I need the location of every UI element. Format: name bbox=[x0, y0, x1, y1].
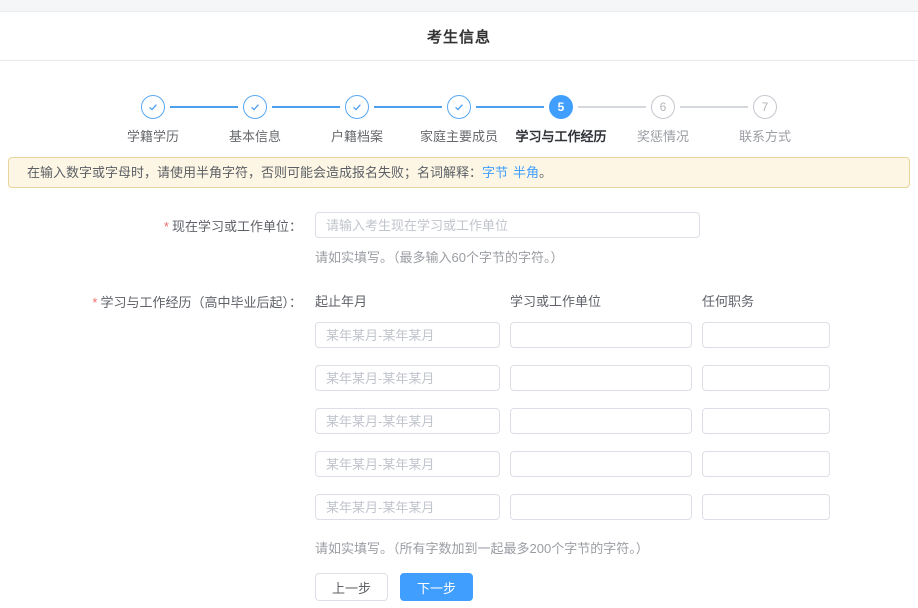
experience-column-headers: 起止年月 学习或工作单位 任何职务 bbox=[315, 291, 830, 310]
experience-help: 请如实填写。（所有字数加到一起最多200个字节的字符。） bbox=[315, 538, 830, 557]
notice-text-end: 。 bbox=[539, 165, 552, 180]
step-current-circle: 5 bbox=[549, 95, 573, 119]
column-header-unit: 学习或工作单位 bbox=[510, 291, 692, 310]
experience-4-unit-input[interactable] bbox=[510, 451, 692, 477]
step-done-circle bbox=[141, 95, 165, 119]
check-icon bbox=[351, 101, 363, 113]
experience-3-unit-input[interactable] bbox=[510, 408, 692, 434]
previous-step-button[interactable]: 上一步 bbox=[315, 573, 388, 601]
step-wait-circle: 7 bbox=[753, 95, 777, 119]
experience-5-unit-input[interactable] bbox=[510, 494, 692, 520]
experience-1-unit-input[interactable] bbox=[510, 322, 692, 348]
column-header-dates: 起止年月 bbox=[315, 291, 500, 310]
halfwidth-notice-banner: 在输入数字或字母时，请使用半角字符，否则可能会造成报名失败；名词解释：字节半角。 bbox=[8, 157, 910, 188]
step-label: 学籍学历 bbox=[127, 126, 179, 145]
step-done-circle bbox=[447, 95, 471, 119]
step-label: 联系方式 bbox=[739, 126, 791, 145]
step-jiben-xinxi: 基本信息 bbox=[204, 95, 306, 145]
experience-5-dates-input[interactable] bbox=[315, 494, 500, 520]
next-step-button[interactable]: 下一步 bbox=[400, 573, 473, 601]
step-label: 学习与工作经历 bbox=[515, 126, 606, 145]
experience-2-dates-input[interactable] bbox=[315, 365, 500, 391]
step-huji-dangan: 户籍档案 bbox=[306, 95, 408, 145]
experience-row-2 bbox=[315, 365, 830, 391]
step-lianxi-fangshi: 7 联系方式 bbox=[714, 95, 816, 145]
current-unit-input[interactable] bbox=[315, 212, 700, 238]
experience-label-text: 学习与工作经历（高中毕业后起）： bbox=[100, 295, 302, 310]
experience-row-4 bbox=[315, 451, 830, 477]
form-actions: 上一步 下一步 bbox=[315, 573, 830, 601]
experience-section: *学习与工作经历（高中毕业后起）： 起止年月 学习或工作单位 任何职务 bbox=[0, 291, 918, 601]
experience-5-duty-input[interactable] bbox=[702, 494, 830, 520]
experience-2-duty-input[interactable] bbox=[702, 365, 830, 391]
step-label: 户籍档案 bbox=[331, 126, 383, 145]
current-unit-label-text: 现在学习或工作单位： bbox=[172, 219, 302, 234]
column-header-duty: 任何职务 bbox=[702, 291, 830, 310]
progress-stepper: 学籍学历 基本信息 户籍档案 家庭主要成员 5 学习与工作经历 6 奖惩情况 7… bbox=[102, 95, 816, 145]
experience-2-unit-input[interactable] bbox=[510, 365, 692, 391]
candidate-experience-form: *现在学习或工作单位： 请如实填写。（最多输入60个字节的字符。） *学习与工作… bbox=[0, 212, 918, 601]
check-icon bbox=[453, 101, 465, 113]
step-done-circle bbox=[243, 95, 267, 119]
experience-4-duty-input[interactable] bbox=[702, 451, 830, 477]
page-header: 考生信息 bbox=[0, 12, 918, 61]
page-title: 考生信息 bbox=[427, 26, 491, 47]
step-xueji-xueli: 学籍学历 bbox=[102, 95, 204, 145]
required-mark: * bbox=[92, 295, 97, 310]
step-label: 基本信息 bbox=[229, 126, 281, 145]
required-mark: * bbox=[164, 219, 169, 234]
step-label: 家庭主要成员 bbox=[420, 126, 498, 145]
step-label: 奖惩情况 bbox=[637, 126, 689, 145]
experience-3-duty-input[interactable] bbox=[702, 408, 830, 434]
experience-rows bbox=[315, 322, 830, 520]
step-done-circle bbox=[345, 95, 369, 119]
experience-4-dates-input[interactable] bbox=[315, 451, 500, 477]
current-unit-row: *现在学习或工作单位： bbox=[0, 212, 918, 238]
current-unit-help-row: 请如实填写。（最多输入60个字节的字符。） bbox=[0, 247, 918, 266]
experience-row-1 bbox=[315, 322, 830, 348]
experience-1-duty-input[interactable] bbox=[702, 322, 830, 348]
current-unit-help: 请如实填写。（最多输入60个字节的字符。） bbox=[315, 247, 563, 266]
check-icon bbox=[147, 101, 159, 113]
spacer bbox=[0, 247, 315, 266]
top-strip bbox=[0, 0, 918, 12]
experience-3-dates-input[interactable] bbox=[315, 408, 500, 434]
check-icon bbox=[249, 101, 261, 113]
experience-1-dates-input[interactable] bbox=[315, 322, 500, 348]
step-xuexi-gongzuo-jingli: 5 学习与工作经历 bbox=[510, 95, 612, 145]
current-unit-label: *现在学习或工作单位： bbox=[0, 216, 315, 235]
experience-label: *学习与工作经历（高中毕业后起）： bbox=[0, 291, 315, 311]
step-jiangcheng-qingkuang: 6 奖惩情况 bbox=[612, 95, 714, 145]
experience-row-3 bbox=[315, 408, 830, 434]
step-jiating-chengyuan: 家庭主要成员 bbox=[408, 95, 510, 145]
experience-row-5 bbox=[315, 494, 830, 520]
halfwidth-definition-link[interactable]: 半角 bbox=[513, 165, 539, 180]
experience-table: 起止年月 学习或工作单位 任何职务 bbox=[315, 291, 830, 601]
byte-definition-link[interactable]: 字节 bbox=[482, 165, 508, 180]
notice-text: 在输入数字或字母时，请使用半角字符，否则可能会造成报名失败；名词解释： bbox=[27, 165, 482, 180]
step-wait-circle: 6 bbox=[651, 95, 675, 119]
